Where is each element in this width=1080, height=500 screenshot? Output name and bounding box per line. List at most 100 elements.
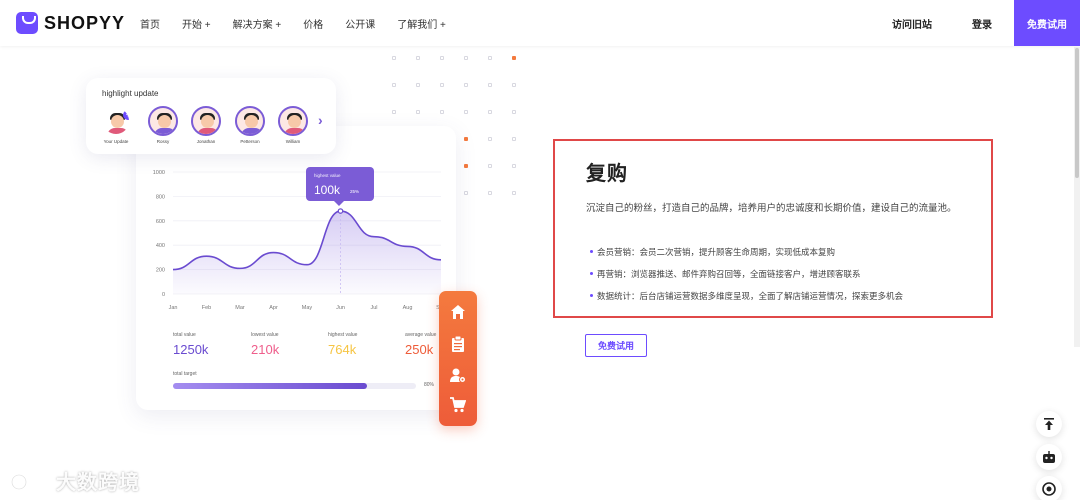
grid-dot: [488, 137, 492, 141]
grid-dot: [392, 83, 396, 87]
scrollbar-thumb[interactable]: [1075, 48, 1079, 178]
watermark: 大数跨境: [10, 466, 140, 495]
avatar-william[interactable]: William: [277, 106, 309, 144]
avatar-name: William: [285, 139, 301, 144]
user-gear-icon[interactable]: [450, 367, 466, 383]
highlight-title: highlight update: [102, 89, 159, 98]
chart-tooltip: highest value 100k 25%: [306, 167, 374, 206]
shopping-bag-icon: [16, 12, 38, 34]
visit-old-site-link[interactable]: 访问旧站: [892, 16, 932, 31]
grid-dot: [440, 110, 444, 114]
grid-dot: [440, 83, 444, 87]
feature-list: 会员营销：会员二次营销，提升顾客生命周期，实现低成本复购 再营销：浏览器推送、邮…: [590, 246, 903, 312]
watermark-text: 大数跨境: [56, 472, 140, 494]
nav-pricing[interactable]: 价格: [303, 16, 323, 31]
feature-item-remarketing: 再营销：浏览器推送、邮件弃购召回等，全面链接客户，增进顾客联系: [590, 268, 903, 290]
stat-value: 210k: [251, 342, 280, 357]
nav-solutions[interactable]: 解决方案 +: [233, 16, 282, 31]
avatar: [191, 106, 221, 136]
grid-dot: [464, 191, 468, 195]
stat-highest: highest value 764k: [328, 332, 408, 357]
target-label: total target: [173, 371, 197, 377]
chart-card: [136, 126, 456, 410]
grid-dot: [488, 83, 492, 87]
plus-icon: +: [123, 110, 129, 120]
avatar: [278, 106, 308, 136]
stat-value: 1250k: [173, 342, 209, 357]
feature-item-member-marketing: 会员营销：会员二次营销，提升顾客生命周期，实现低成本复购: [590, 246, 903, 268]
nav-right: 访问旧站 登录 免费试用: [892, 0, 1080, 46]
avatar-name: Petterson: [240, 139, 260, 144]
stat-label: highest value: [328, 332, 358, 338]
stat-total: total value 1250k: [173, 332, 253, 357]
target-progress-bar: [173, 383, 416, 389]
tooltip-percent: 25%: [350, 189, 360, 194]
back-to-top-button[interactable]: [1036, 411, 1062, 437]
orange-side-menu: [439, 291, 477, 426]
grid-dot: [512, 110, 516, 114]
avatar-petterson[interactable]: Petterson: [234, 106, 266, 144]
nav-links: 首页 开始 + 解决方案 + 价格 公开课 了解我们 +: [140, 16, 468, 31]
stat-label: lowest value: [251, 332, 279, 338]
section-title: 复购: [586, 163, 628, 185]
stat-lowest: lowest value 210k: [251, 332, 331, 357]
page: SHOPYY 首页 开始 + 解决方案 + 价格 公开课 了解我们 + 访问旧站…: [0, 0, 1080, 500]
stat-label: total value: [173, 332, 196, 338]
avatar: [148, 106, 178, 136]
grid-dot: [512, 137, 516, 141]
free-trial-button[interactable]: 免费试用: [1014, 0, 1080, 46]
avatar-your-update[interactable]: + Your Update: [100, 106, 132, 144]
login-link[interactable]: 登录: [972, 16, 992, 31]
logo[interactable]: SHOPYY: [16, 12, 125, 34]
avatar: [235, 106, 265, 136]
avatar-name: Your Update: [103, 139, 129, 144]
watermark-logo-icon: [10, 468, 47, 490]
target-progress-fill: [173, 383, 368, 389]
chevron-right-icon[interactable]: ›: [318, 112, 323, 128]
section-description: 沉淀自己的粉丝，打造自己的品牌，培养用户的忠诚度和长期价值，建设自己的流量池。: [586, 203, 957, 214]
chatbot-button[interactable]: [1036, 444, 1062, 470]
grid-dot: [512, 56, 516, 60]
avatar: +: [101, 106, 131, 136]
grid-dot: [512, 164, 516, 168]
support-icon: [1042, 482, 1056, 496]
grid-dot: [464, 110, 468, 114]
grid-dot: [488, 56, 492, 60]
cart-icon[interactable]: [450, 397, 466, 413]
grid-dot: [392, 56, 396, 60]
top-navbar: SHOPYY 首页 开始 + 解决方案 + 价格 公开课 了解我们 + 访问旧站…: [0, 0, 1080, 46]
avatar-name: Jonathan: [196, 139, 216, 144]
back-to-top-icon: [1044, 418, 1054, 430]
tooltip-label: highest value: [314, 173, 341, 178]
chatbot-icon: [1043, 451, 1055, 463]
nav-about[interactable]: 了解我们 +: [397, 16, 446, 31]
avatar-name: Rossy: [156, 139, 170, 144]
grid-dot: [464, 83, 468, 87]
grid-dot: [464, 56, 468, 60]
home-icon[interactable]: [450, 304, 466, 320]
grid-dot: [488, 110, 492, 114]
grid-dot: [392, 110, 396, 114]
stat-value: 764k: [328, 342, 357, 357]
grid-dot: [416, 83, 420, 87]
grid-dot: [512, 83, 516, 87]
feature-item-data-statistics: 数据统计：后台店铺运营数据多维度呈现，全面了解店铺运营情况，探索更多机会: [590, 290, 903, 312]
avatar-jonathan[interactable]: Jonathan: [190, 106, 222, 144]
grid-dot: [488, 191, 492, 195]
grid-dot: [416, 56, 420, 60]
free-trial-outline-button[interactable]: 免费试用: [585, 334, 647, 357]
logo-text: SHOPYY: [44, 12, 126, 33]
clipboard-icon[interactable]: [450, 336, 466, 352]
support-button[interactable]: [1036, 476, 1062, 500]
grid-dot: [416, 110, 420, 114]
nav-start[interactable]: 开始 +: [182, 16, 211, 31]
target-percent: 80%: [424, 382, 435, 388]
highlight-update-card: highlight update + Your Update Rossy Jon…: [86, 78, 336, 154]
grid-dot: [488, 164, 492, 168]
grid-dot: [512, 191, 516, 195]
nav-home[interactable]: 首页: [140, 16, 160, 31]
avatar-rossy[interactable]: Rossy: [147, 106, 179, 144]
grid-dot: [464, 137, 468, 141]
nav-open-course[interactable]: 公开课: [345, 16, 375, 31]
grid-dot: [464, 164, 468, 168]
